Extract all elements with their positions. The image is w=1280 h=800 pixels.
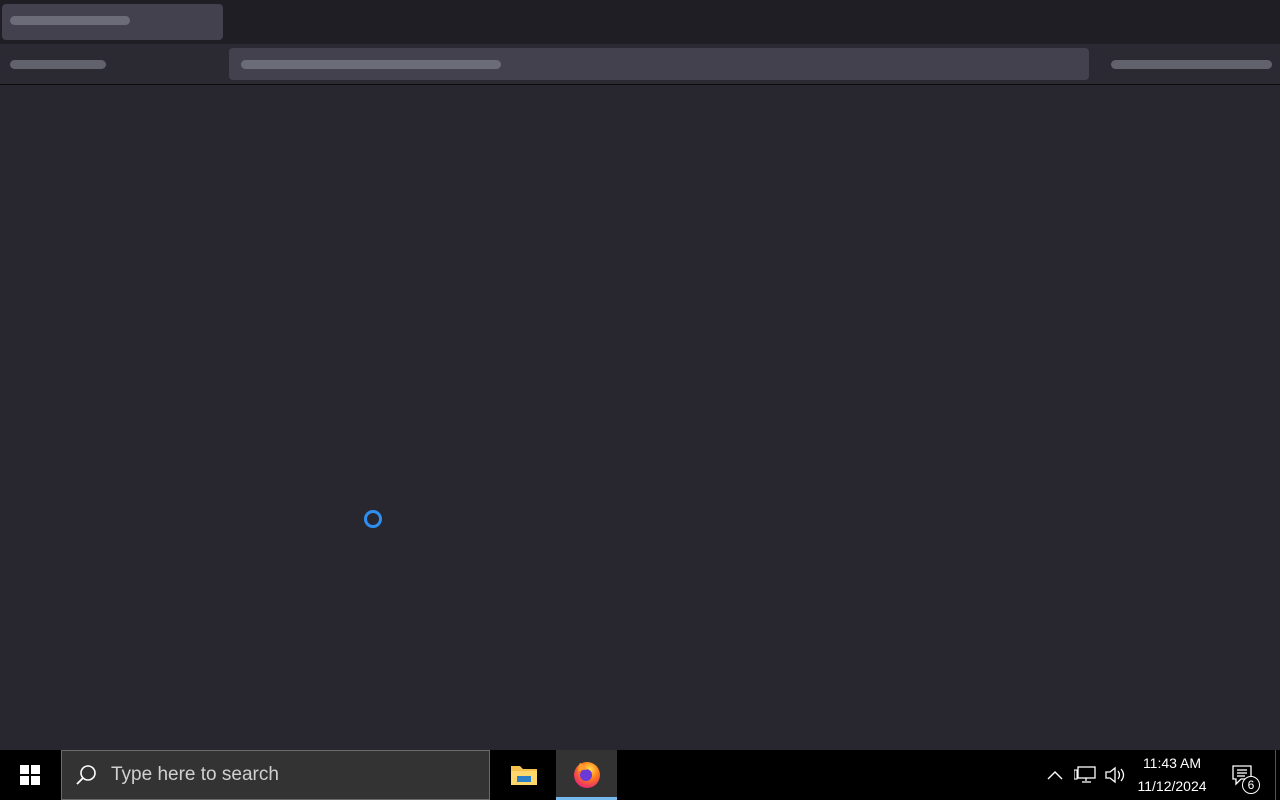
- tab-placeholder[interactable]: [2, 4, 223, 40]
- tab-title-placeholder: [10, 16, 130, 25]
- folder-icon: [510, 766, 537, 785]
- page-content: [0, 85, 1280, 750]
- browser-toolbar: [0, 44, 1280, 85]
- show-desktop-button[interactable]: [1275, 750, 1280, 800]
- loading-spinner-icon: [364, 510, 382, 528]
- notification-count-badge: 6: [1242, 776, 1260, 794]
- action-center-button[interactable]: 6: [1222, 750, 1262, 800]
- urlbar-text-placeholder: [241, 60, 501, 69]
- toolbar-right-placeholder: [1111, 60, 1272, 69]
- clock-time: 11:43 AM: [1142, 755, 1202, 771]
- volume-icon: [1105, 766, 1125, 784]
- browser-tabstrip: [0, 0, 1280, 44]
- urlbar-placeholder[interactable]: [229, 48, 1089, 80]
- taskbar: Type here to search 11:43 AM 11/12/2024 …: [0, 750, 1280, 800]
- taskbar-app-file-explorer[interactable]: [493, 750, 554, 800]
- search-icon: [74, 763, 98, 787]
- network-icon: [1074, 766, 1096, 783]
- clock-date: 11/12/2024: [1137, 778, 1207, 794]
- windows-logo-icon: [20, 765, 40, 785]
- start-button[interactable]: [0, 750, 60, 800]
- volume-button[interactable]: [1102, 750, 1128, 800]
- tray-overflow-button[interactable]: [1043, 750, 1067, 800]
- network-button[interactable]: [1071, 750, 1099, 800]
- firefox-icon: [573, 761, 600, 788]
- search-placeholder: Type here to search: [111, 764, 279, 785]
- taskbar-app-firefox[interactable]: [556, 750, 617, 800]
- taskbar-search-box[interactable]: Type here to search: [61, 750, 490, 800]
- toolbar-left-placeholder: [10, 60, 106, 69]
- chevron-up-icon: [1047, 771, 1063, 780]
- taskbar-clock[interactable]: 11:43 AM 11/12/2024: [1127, 750, 1217, 800]
